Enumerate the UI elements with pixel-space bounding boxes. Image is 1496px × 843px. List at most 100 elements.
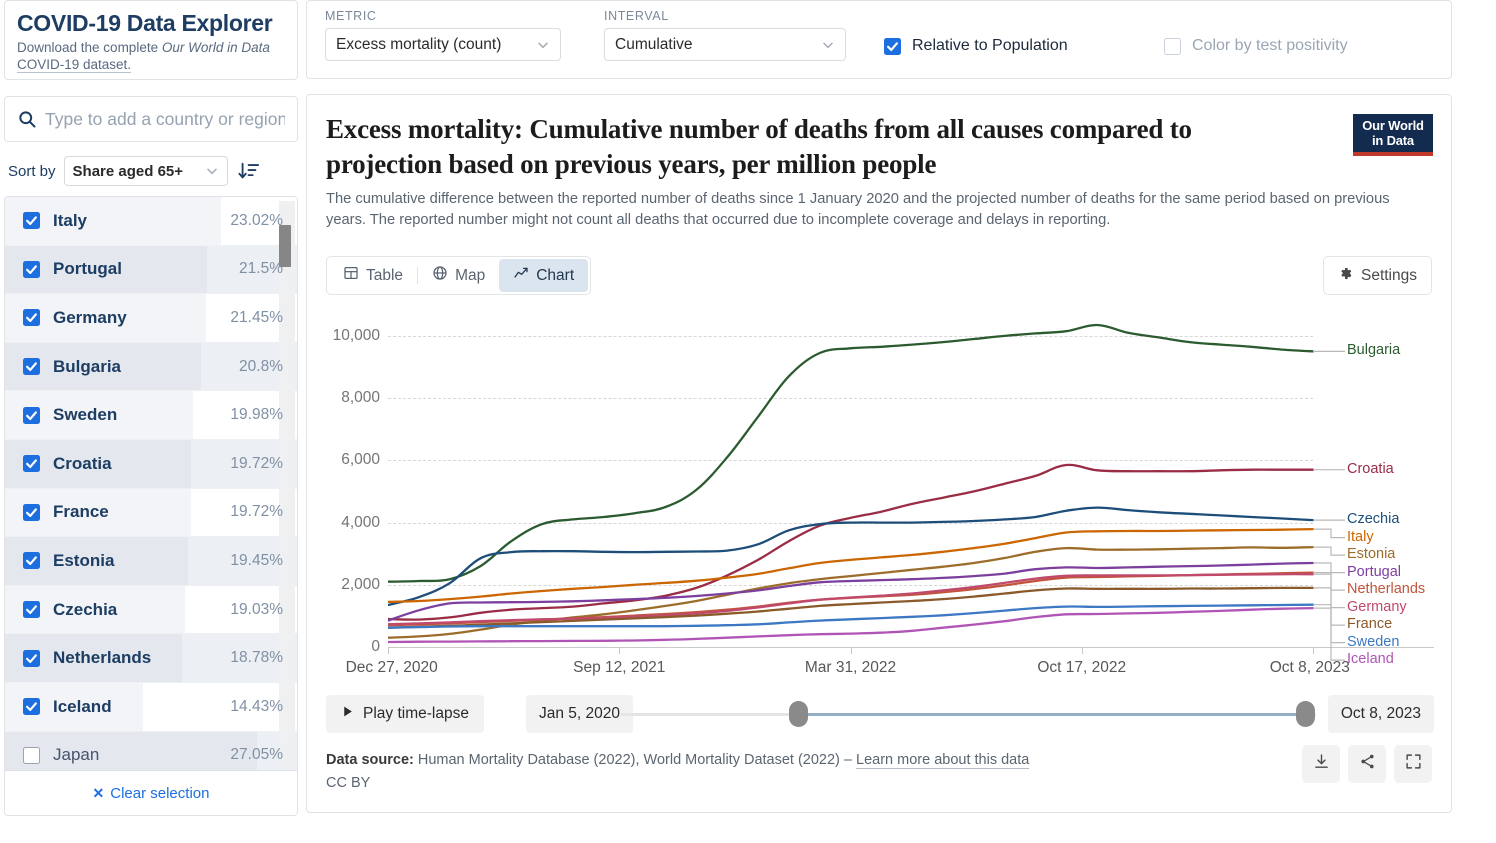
covid-data-explorer-page: COVID-19 Data Explorer Download the comp… [0,0,1496,843]
expand-button[interactable] [1394,745,1432,783]
country-row[interactable]: Portugal 21.5% [5,245,297,295]
y-axis-tick-label: 10,000 [332,326,380,344]
interval-control: INTERVAL Cumulative [604,9,846,61]
sort-controls: Sort by Share aged 65+ [8,156,300,186]
checkbox-checked-icon[interactable] [23,649,40,667]
relative-to-population-toggle[interactable]: Relative to Population [884,37,1068,55]
country-name: Sweden [53,405,118,425]
tab-table[interactable]: Table [329,259,417,292]
share-icon [1359,753,1376,775]
sort-by-value: Share aged 65+ [72,162,184,180]
metric-value: Excess mortality (count) [336,35,502,53]
checkbox-checked-icon[interactable] [23,601,40,619]
country-value: 19.72% [230,454,283,472]
sort-descending-icon[interactable] [237,160,260,182]
chart-plot-area: 0 2,000 4,000 6,000 8,000 10,000 Dec 27, 2020 S… [326,307,1434,676]
tab-map[interactable]: Map [418,259,499,292]
chart-legend-label[interactable]: France [1347,616,1392,632]
chart-legend-label[interactable]: Bulgaria [1347,342,1400,358]
play-icon [341,705,354,723]
color-by-test-positivity-toggle[interactable]: Color by test positivity [1164,37,1348,55]
brand-subtitle: Download the complete Our World in Data … [17,39,285,73]
interval-select[interactable]: Cumulative [604,28,846,61]
chart-subtitle: The cumulative difference between the re… [326,191,1390,228]
country-name: Estonia [53,550,115,570]
checkbox-checked-icon[interactable] [23,552,40,570]
country-row[interactable]: Germany 21.45% [5,294,297,343]
country-list[interactable]: Italy 23.02% Portugal 21.5% Germany 21.45% Bul… [5,197,297,771]
data-source-prefix: Data source: [326,752,414,768]
chart-legend-label[interactable]: Croatia [1347,461,1394,477]
checkbox-checked-icon[interactable] [23,406,40,424]
tab-chart[interactable]: Chart [499,259,589,292]
country-value: 19.72% [230,503,283,521]
checkbox-unchecked-icon[interactable] [23,746,40,764]
search-input[interactable] [45,108,285,130]
gear-icon [1338,266,1353,286]
expand-icon [1405,753,1422,775]
chart-legend-label[interactable]: Iceland [1347,651,1394,667]
country-row[interactable]: Japan 27.05% [5,731,297,771]
y-axis-tick-label: 8,000 [341,389,380,407]
y-axis-tick-label: 0 [371,638,380,655]
share-button[interactable] [1348,745,1386,783]
country-name: Iceland [53,696,112,716]
chart-legend-label[interactable]: Netherlands [1347,581,1425,597]
data-source-text: Human Mortality Database (2022), World M… [417,752,857,768]
clear-selection-button[interactable]: ✕ Clear selection [5,770,297,815]
chart-card: Excess mortality: Cumulative number of d… [306,94,1452,813]
timeline-handle-end[interactable] [1296,701,1316,727]
checkbox-checked-icon[interactable] [23,309,40,327]
country-value: 21.45% [230,308,283,326]
country-row[interactable]: Bulgaria 20.8% [5,342,297,392]
chart-footer: Data source: Human Mortality Database (2… [326,750,1326,794]
settings-button[interactable]: Settings [1322,256,1432,295]
page-title: COVID-19 Data Explorer [17,10,273,36]
dataset-download-link[interactable]: COVID-19 dataset. [17,57,132,73]
timeline-controls: Play time-lapse Jan 5, 2020 Oct 8, 2023 [326,695,1434,735]
chart-legend-label[interactable]: Estonia [1347,546,1395,562]
chart-legend-label[interactable]: Sweden [1347,634,1399,650]
timeline-selected-range[interactable] [798,713,1306,716]
timeline-handle-start[interactable] [788,701,808,727]
chevron-down-icon [205,164,219,178]
country-row[interactable]: Iceland 14.43% [5,682,297,732]
country-value: 18.78% [230,649,283,667]
country-name: Croatia [53,453,112,473]
chart-legend-label[interactable]: Germany [1347,599,1407,615]
country-row[interactable]: Netherlands 18.78% [5,634,297,683]
download-button[interactable] [1302,745,1340,783]
checkbox-checked-icon[interactable] [23,455,40,473]
data-source-line: Data source: Human Mortality Database (2… [326,750,1326,771]
country-row[interactable]: France 19.72% [5,488,297,538]
country-row[interactable]: Italy 23.02% [5,197,297,246]
checkbox-checked-icon[interactable] [23,698,40,716]
play-timelapse-button[interactable]: Play time-lapse [326,695,484,733]
timeline-start-date[interactable]: Jan 5, 2020 [526,695,634,733]
metric-select[interactable]: Excess mortality (count) [325,28,561,61]
country-value: 27.05% [230,746,283,764]
controls-bar: METRIC Excess mortality (count) INTERVAL… [306,0,1452,79]
country-row[interactable]: Croatia 19.72% [5,439,297,489]
country-search-box[interactable] [4,96,298,142]
settings-label: Settings [1360,266,1417,284]
learn-more-link[interactable]: Learn more about this data [856,752,1030,769]
chart-legend-label[interactable]: Italy [1347,529,1374,545]
country-value: 19.03% [230,600,283,618]
checkbox-checked-icon[interactable] [23,503,40,521]
logo-line-2: in Data [1372,133,1414,148]
checkbox-checked-icon[interactable] [23,212,40,230]
country-row-content: Bulgaria 20.8% [23,357,283,377]
timeline-end-date[interactable]: Oct 8, 2023 [1327,695,1434,733]
chart-legend-label[interactable]: Portugal [1347,564,1401,580]
country-row[interactable]: Estonia 19.45% [5,537,297,586]
chart-legend-connector [1313,469,1345,471]
country-row[interactable]: Sweden 19.98% [5,391,297,440]
sort-by-select[interactable]: Share aged 65+ [63,156,228,186]
our-world-in-data-logo[interactable]: Our World in Data [1353,114,1433,156]
checkbox-checked-icon[interactable] [23,358,40,376]
country-list-scrollbar-track[interactable] [279,201,295,767]
checkbox-checked-icon[interactable] [23,260,40,278]
chart-legend-label[interactable]: Czechia [1347,511,1399,527]
country-row[interactable]: Czechia 19.03% [5,585,297,635]
